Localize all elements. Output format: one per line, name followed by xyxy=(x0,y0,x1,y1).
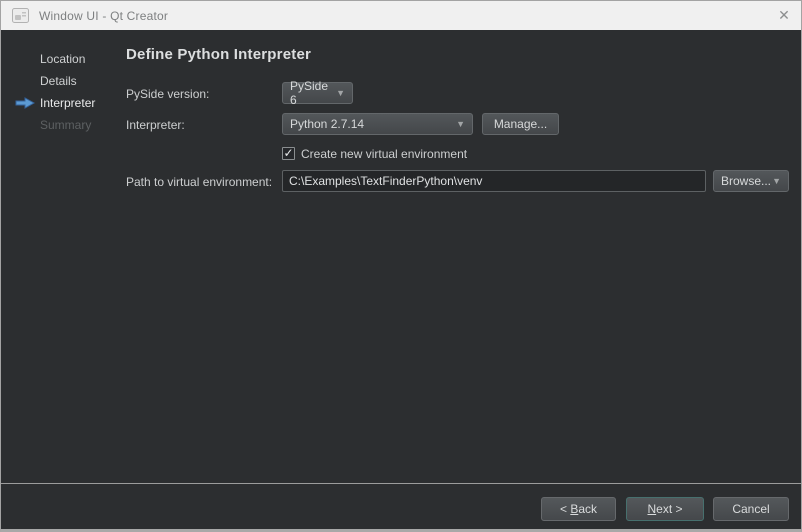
footer-separator xyxy=(1,483,801,484)
wizard-step-details: Details xyxy=(40,72,77,90)
wizard-step-interpreter: Interpreter xyxy=(40,94,95,112)
pyside-version-label: PySide version: xyxy=(126,86,209,102)
back-button[interactable]: < Back xyxy=(541,497,616,521)
chevron-down-icon: ▼ xyxy=(772,177,781,186)
pyside-version-value: PySide 6 xyxy=(290,79,336,107)
chevron-down-icon: ▼ xyxy=(336,89,345,98)
interpreter-value: Python 2.7.14 xyxy=(290,117,364,131)
wizard-step-summary: Summary xyxy=(40,116,91,134)
browse-button-label: Browse... xyxy=(721,174,771,188)
next-button[interactable]: Next > xyxy=(626,497,704,521)
page-title: Define Python Interpreter xyxy=(126,46,311,63)
back-button-label: < Back xyxy=(560,502,597,516)
manage-button[interactable]: Manage... xyxy=(482,113,559,135)
cancel-button-label: Cancel xyxy=(732,502,769,516)
browse-button[interactable]: Browse... ▼ xyxy=(713,170,789,192)
current-step-arrow-icon xyxy=(15,97,35,109)
wizard-window: Window UI - Qt Creator ✕ Location Detail… xyxy=(0,0,802,532)
venv-path-input[interactable] xyxy=(282,170,706,192)
interpreter-label: Interpreter: xyxy=(126,117,185,133)
window-title: Window UI - Qt Creator xyxy=(39,9,168,23)
app-icon xyxy=(12,8,29,23)
dialog-body: Location Details Interpreter Summary Def… xyxy=(1,30,801,529)
venv-checkbox[interactable]: ✓ xyxy=(282,147,295,160)
venv-checkbox-label[interactable]: Create new virtual environment xyxy=(301,146,467,162)
chevron-down-icon: ▼ xyxy=(456,120,465,129)
titlebar: Window UI - Qt Creator ✕ xyxy=(1,1,801,30)
venv-path-label: Path to virtual environment: xyxy=(126,174,272,190)
close-icon: ✕ xyxy=(778,7,790,24)
close-button[interactable]: ✕ xyxy=(767,1,801,30)
manage-button-label: Manage... xyxy=(494,117,547,131)
pyside-version-combobox[interactable]: PySide 6 ▼ xyxy=(282,82,353,104)
wizard-step-location: Location xyxy=(40,50,85,68)
check-icon: ✓ xyxy=(283,146,293,160)
interpreter-combobox[interactable]: Python 2.7.14 ▼ xyxy=(282,113,473,135)
cancel-button[interactable]: Cancel xyxy=(713,497,789,521)
next-button-label: Next > xyxy=(647,502,682,516)
